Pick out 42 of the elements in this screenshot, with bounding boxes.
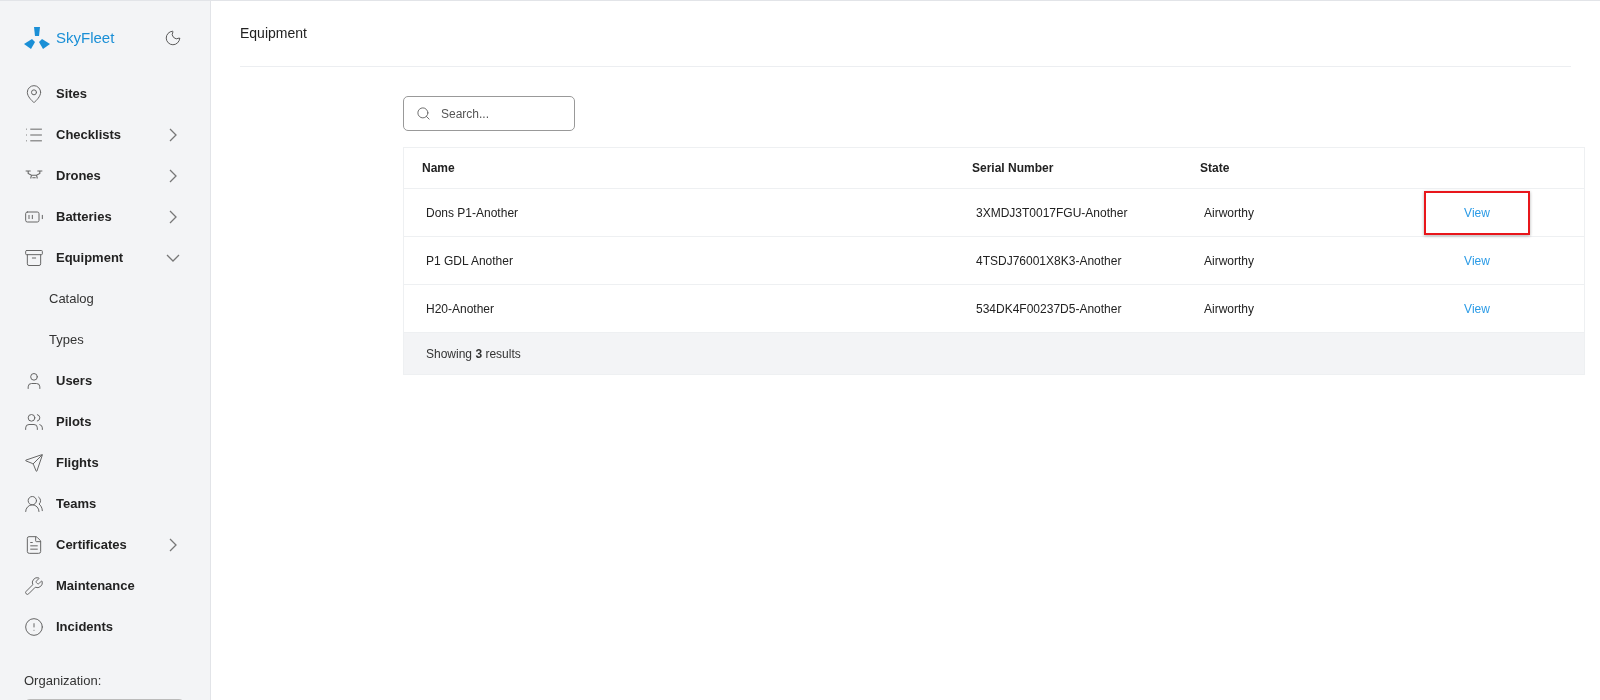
document-icon [24,534,44,555]
logo-icon [24,27,50,49]
search-field[interactable]: Search... [403,96,575,131]
alert-circle-icon [24,616,44,637]
sidebar-subitem[interactable]: Types [24,319,186,360]
sidebar-item[interactable]: Flights [24,442,186,483]
column-header: Serial Number [971,160,1055,177]
sidebar-item[interactable]: Batteries [24,196,186,237]
sidebar-item[interactable]: Equipment [24,237,186,278]
table-cell-text: Airworthy [1203,204,1255,222]
table-cell-text: H20-Another [425,300,496,318]
map-pin-icon [24,83,44,104]
sidebar-item[interactable]: Drones [24,155,186,196]
table-cell-text: Dons P1-Another [425,204,520,222]
wrench-icon [24,575,44,596]
table-cell-text: Airworthy [1203,252,1255,270]
sidebar-item[interactable]: Incidents [24,606,186,647]
sidebar-item[interactable]: Users [24,360,186,401]
table-cell-text: P1 GDL Another [425,252,514,270]
search-icon [416,106,431,121]
sidebar-item[interactable]: Certificates [24,524,186,565]
results-count: Showing 3 results [426,345,521,363]
moon-icon[interactable] [164,29,182,47]
sidebar-item[interactable]: Maintenance [24,565,186,606]
page-title: Equipment [240,24,307,43]
column-header: Name [421,160,456,177]
organization-label: Organization: [24,672,103,690]
table-cell-text: 4TSDJ76001X8K3-Another [975,252,1123,270]
sidebar-subitem[interactable]: Catalog [24,278,186,319]
column-header: State [1200,160,1231,177]
table-cell-text: Airworthy [1203,300,1255,318]
table-cell-text: 3XMDJ3T0017FGU-Another [975,204,1129,222]
sidebar-item[interactable]: Sites [24,73,186,114]
paper-plane-icon [24,452,44,473]
users-icon [24,411,44,432]
sidebar-item[interactable]: Pilots [24,401,186,442]
archive-box-icon [24,247,44,268]
group-icon [24,493,44,514]
sidebar-item[interactable]: Checklists [24,114,186,155]
sidebar-item[interactable]: Teams [24,483,186,524]
table-cell-text: 534DK4F00237D5-Another [975,300,1123,318]
brand-name: SkyFleet [56,27,115,48]
